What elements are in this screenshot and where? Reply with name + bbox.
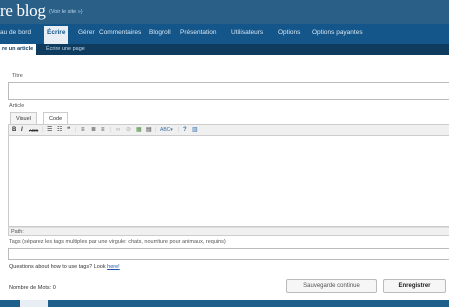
tab-visual[interactable]: Visuel	[10, 112, 37, 124]
align-center-icon[interactable]: ≣	[91, 127, 96, 134]
footer-bar	[0, 300, 449, 307]
tags-help-link[interactable]: here!	[107, 264, 120, 270]
nav-options[interactable]: Options	[278, 29, 300, 36]
nav-users[interactable]: Utilisateurs	[231, 29, 263, 36]
toolbar-separator: |	[155, 127, 157, 133]
main-navigation: au de bord Écrire Gérer Commentaires Blo…	[0, 24, 449, 44]
subnav-write-post[interactable]: re un article	[0, 44, 37, 55]
align-right-icon[interactable]: ≡	[101, 127, 105, 134]
view-site-link[interactable]: (Voir le site »)	[49, 9, 83, 15]
tags-label: Tags (séparez les tags multiples par une…	[9, 239, 226, 245]
toolbar-separator: |	[42, 127, 44, 133]
editor-path-bar: Path:	[8, 227, 449, 236]
tags-help-question: Questions about how to use tags? Look	[9, 264, 108, 270]
nav-dashboard[interactable]: au de bord	[0, 29, 31, 36]
toolbar-separator: |	[75, 127, 77, 133]
strikethrough-button[interactable]: ABC	[29, 127, 38, 134]
italic-button[interactable]: I	[21, 127, 23, 134]
nav-blogroll[interactable]: Blogroll	[149, 29, 171, 36]
blog-title[interactable]: re blog	[0, 1, 46, 21]
help-icon[interactable]: ?	[183, 127, 187, 134]
nav-manage[interactable]: Gérer	[78, 29, 95, 36]
save-continue-button[interactable]: Sauvegarde continue	[286, 279, 377, 293]
site-header: re blog (Voir le site »)	[0, 0, 449, 24]
page-break-icon[interactable]: ▤	[146, 127, 152, 134]
unlink-icon[interactable]: ⊘	[126, 127, 131, 134]
post-content-editor[interactable]	[8, 136, 449, 227]
footer-tab	[20, 300, 48, 307]
align-left-icon[interactable]: ≡	[81, 127, 85, 134]
word-count: Nombre de Mots: 0	[9, 285, 56, 291]
toolbar-separator: |	[178, 127, 180, 133]
path-label: Path:	[11, 229, 24, 235]
nav-write[interactable]: Écrire	[44, 26, 69, 44]
advanced-toolbar-icon[interactable]: ▥	[192, 127, 198, 134]
save-button[interactable]: Enregistrer	[383, 279, 446, 293]
title-input[interactable]	[8, 82, 449, 100]
insert-more-icon[interactable]: ▦	[136, 127, 142, 134]
spellcheck-icon[interactable]: ABC▾	[160, 127, 173, 134]
tags-input[interactable]	[8, 248, 449, 260]
blockquote-icon[interactable]: ❝	[67, 127, 70, 134]
article-label: Article	[9, 103, 25, 109]
numbered-list-icon[interactable]: ☷	[57, 127, 62, 134]
bullet-list-icon[interactable]: ☰	[47, 127, 52, 134]
bold-button[interactable]: B	[12, 127, 16, 134]
toolbar-separator: |	[110, 127, 112, 133]
subnav-write-page[interactable]: Écrire une page	[46, 46, 85, 52]
editor-toolbar: B I ABC | ☰ ☷ ❝ | ≡ ≣ ≡ | ∞ ⊘ ▦ ▤ | ABC▾…	[8, 124, 449, 136]
tab-code[interactable]: Code	[43, 112, 69, 124]
sub-navigation: re un article Écrire une page	[0, 44, 449, 55]
nav-presentation[interactable]: Présentation	[180, 29, 217, 36]
tags-help-text: Questions about how to use tags? Look he…	[9, 264, 120, 270]
link-icon[interactable]: ∞	[116, 127, 120, 134]
title-label: Titre	[12, 73, 23, 79]
nav-comments[interactable]: Commentaires	[99, 29, 141, 36]
nav-paid-options[interactable]: Options payantes	[312, 29, 363, 36]
